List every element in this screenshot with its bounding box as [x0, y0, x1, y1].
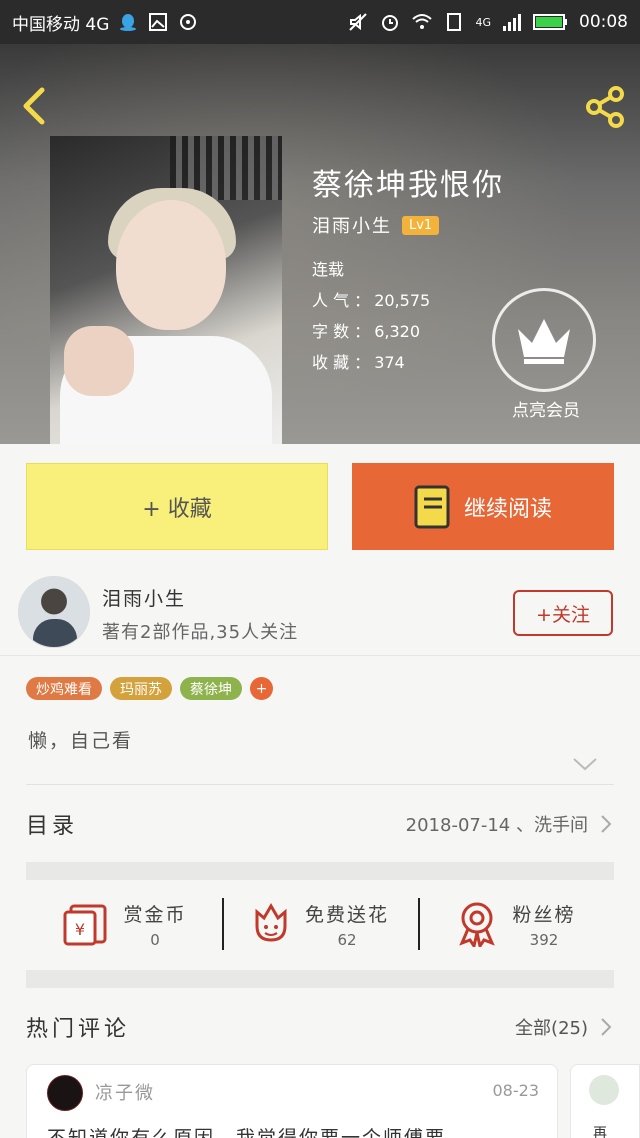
- book-title: 蔡徐坤我恨你: [312, 168, 504, 203]
- section-separator: [26, 970, 614, 988]
- signal-icon: [503, 14, 521, 31]
- author-name[interactable]: 泪雨小生: [102, 584, 186, 611]
- divider: [26, 784, 614, 785]
- popularity-label: 人 气 ：: [312, 291, 371, 310]
- section-separator: [26, 862, 614, 880]
- comment-date: 08-23: [492, 1081, 540, 1100]
- gallery-icon: [149, 13, 168, 31]
- stat-value: 0: [150, 930, 160, 949]
- favorites-label: 收 藏 ：: [312, 353, 371, 372]
- stats-row: ¥ 赏金币 0 免费送花 62 粉丝榜 392: [26, 880, 614, 968]
- wifi-icon: [412, 14, 433, 29]
- commenter-avatar[interactable]: [589, 1075, 619, 1105]
- chevron-right-icon: [601, 815, 612, 833]
- free-flowers[interactable]: 免费送花 62: [222, 880, 418, 968]
- book-cover[interactable]: [50, 136, 282, 444]
- medal-icon: [459, 902, 496, 947]
- status-bar: 中国移动 4G 4G 00:08: [0, 0, 640, 44]
- favorites-value: 374: [374, 353, 405, 372]
- comment-text: 再: [593, 1126, 607, 1138]
- stat-value: 392: [529, 930, 559, 949]
- author-avatar[interactable]: [18, 576, 90, 648]
- sim-icon: [447, 13, 462, 31]
- comment-card[interactable]: 凉子微 08-23 不知道你有么原因，我觉得你要一个师傅要: [26, 1064, 558, 1138]
- network-label: 4G: [475, 15, 491, 29]
- latest-chapter: 2018-07-14 、洗手间: [405, 815, 588, 836]
- vip-button[interactable]: [492, 288, 596, 392]
- comment-text: 不知道你有么原因，我觉得你要一个师傅要: [47, 1127, 447, 1138]
- words-value: 6,320: [374, 322, 420, 341]
- words-label: 字 数 ：: [312, 322, 371, 341]
- vip-label: 点亮会员: [512, 401, 580, 421]
- flower-icon: [255, 903, 287, 942]
- stat-label: 粉丝榜: [512, 903, 576, 926]
- mute-icon: [349, 13, 368, 31]
- collect-button[interactable]: + 收藏: [26, 463, 328, 550]
- battery-icon: [533, 14, 567, 30]
- book-icon: [414, 485, 450, 528]
- tag-list: 炒鸡难看 玛丽苏 蔡徐坤 +: [26, 677, 273, 700]
- book-description: 懒，自己看: [28, 730, 134, 752]
- reward-coins[interactable]: ¥ 赏金币 0: [26, 880, 222, 968]
- crown-icon: [518, 319, 570, 364]
- red-envelope-icon: ¥: [63, 904, 107, 946]
- comment-card[interactable]: 再: [570, 1064, 640, 1138]
- tag-item[interactable]: 蔡徐坤: [180, 677, 242, 700]
- all-comments-link[interactable]: 全部(25): [515, 1014, 614, 1040]
- book-author[interactable]: 泪雨小生: [312, 212, 392, 238]
- catalog-label: 目录: [26, 814, 79, 839]
- author-stats: 著有2部作品,35人关注: [102, 622, 299, 643]
- hot-comments-label: 热门评论: [26, 1017, 131, 1042]
- carrier-label: 中国移动 4G: [12, 14, 110, 35]
- commenter-avatar[interactable]: [47, 1075, 83, 1111]
- svg-text:¥: ¥: [75, 920, 85, 939]
- qq-icon: [120, 14, 137, 31]
- stat-label: 赏金币: [123, 903, 187, 926]
- continue-reading-label: 继续阅读: [463, 496, 552, 522]
- book-status: 连载: [312, 260, 345, 279]
- follow-button[interactable]: +关注: [513, 590, 613, 636]
- alarm-icon: [382, 15, 399, 31]
- tag-item[interactable]: 玛丽苏: [110, 677, 172, 700]
- continue-reading-button[interactable]: 继续阅读: [352, 463, 614, 550]
- chevron-down-icon[interactable]: [572, 756, 598, 772]
- share-icon[interactable]: [582, 84, 628, 130]
- book-meta: 连载 人 气 ： 20,575 字 数 ： 6,320 收 藏 ： 374: [312, 254, 430, 378]
- clock: 00:08: [579, 12, 628, 32]
- book-header: 蔡徐坤我恨你 泪雨小生 Lv1 连载 人 气 ： 20,575 字 数 ： 6,32…: [0, 44, 640, 444]
- stat-label: 免费送花: [304, 903, 389, 926]
- chevron-right-icon: [601, 1018, 612, 1036]
- sync-icon: [180, 14, 197, 30]
- tag-item[interactable]: 炒鸡难看: [26, 677, 102, 700]
- all-comments-label: 全部(25): [515, 1018, 588, 1039]
- back-arrow-icon[interactable]: [14, 84, 54, 128]
- level-badge: Lv1: [402, 215, 440, 235]
- catalog-row[interactable]: 目录 2018-07-14 、洗手间: [26, 800, 614, 848]
- commenter-name[interactable]: 凉子微: [95, 1079, 155, 1105]
- hot-comments-header: 热门评论 全部(25): [26, 1002, 614, 1052]
- stat-value: 62: [337, 930, 357, 949]
- popularity-value: 20,575: [374, 291, 431, 310]
- fan-ranking[interactable]: 粉丝榜 392: [418, 880, 614, 968]
- author-section: 泪雨小生 著有2部作品,35人关注 +关注: [0, 572, 640, 656]
- add-tag-button[interactable]: +: [250, 677, 273, 700]
